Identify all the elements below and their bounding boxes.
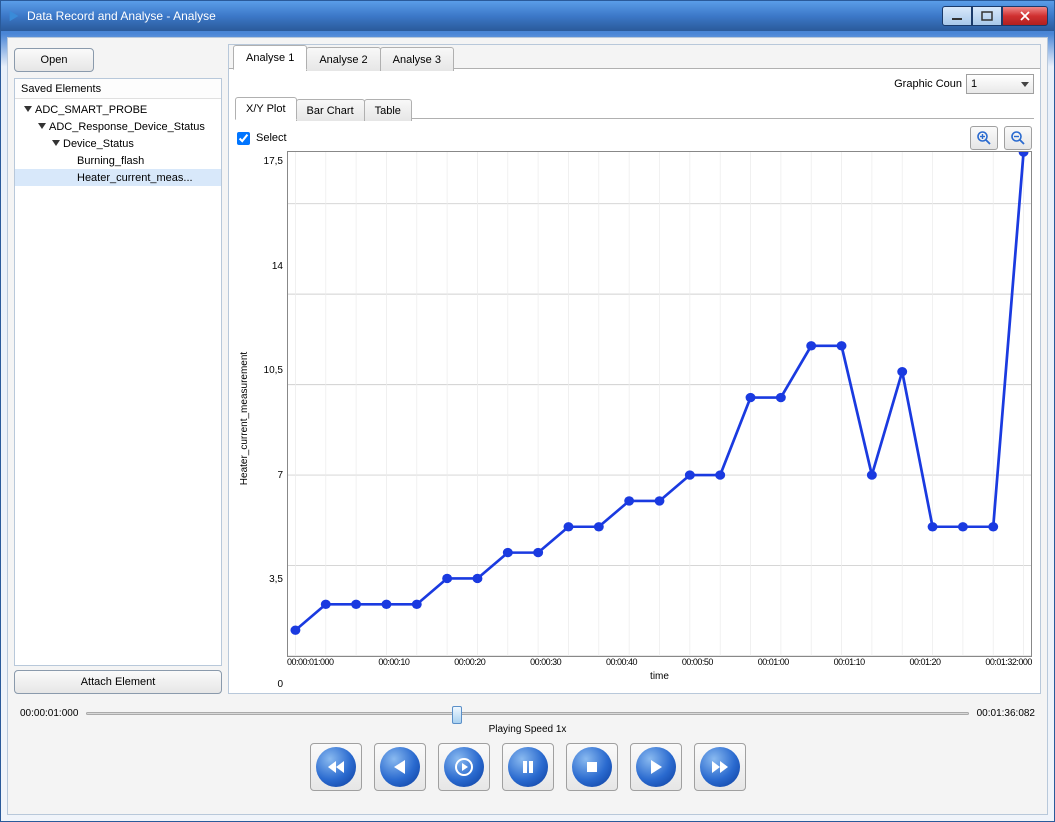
step-forward-button[interactable] (630, 743, 682, 791)
graphic-count-select[interactable]: 1 (966, 74, 1034, 94)
playing-speed-label: Playing Speed 1x (489, 724, 567, 735)
tree-item-label: Device_Status (63, 138, 134, 150)
titlebar[interactable]: Data Record and Analyse - Analyse (1, 1, 1054, 31)
view-tab[interactable]: Table (364, 99, 412, 121)
time-end: 00:01:36:082 (977, 708, 1035, 719)
graphic-count-label: Graphic Coun (894, 78, 962, 90)
tree-expand-icon[interactable] (36, 121, 48, 133)
tree-item[interactable]: Device_Status (15, 135, 221, 152)
attach-element-button[interactable]: Attach Element (14, 670, 222, 694)
pause-button[interactable] (502, 743, 554, 791)
chart-ylabel: Heater_current_measurement (237, 151, 253, 685)
view-tabs: X/Y PlotBar ChartTable (235, 97, 1034, 119)
view-tab[interactable]: Bar Chart (296, 99, 365, 121)
tree-expand-icon[interactable] (50, 138, 62, 150)
tree-item-label: ADC_SMART_PROBE (35, 104, 147, 116)
tree-item-label: ADC_Response_Device_Status (49, 121, 205, 133)
chart-y-axis: 17,51410,573,50 (253, 151, 287, 685)
select-label[interactable]: Select (256, 132, 287, 144)
saved-elements-title: Saved Elements (15, 79, 221, 99)
analyse-tab[interactable]: Analyse 2 (306, 47, 380, 71)
tree-item[interactable]: Heater_current_meas... (15, 169, 221, 186)
maximize-button[interactable] (972, 6, 1002, 26)
analyse-tab[interactable]: Analyse 3 (380, 47, 454, 71)
tree-item-label: Heater_current_meas... (77, 172, 193, 184)
select-checkbox[interactable] (237, 132, 250, 145)
tree-item[interactable]: ADC_SMART_PROBE (15, 101, 221, 118)
tree-item[interactable]: ADC_Response_Device_Status (15, 118, 221, 135)
tree-expand-icon[interactable] (22, 104, 34, 116)
client-area: Open Saved Elements ADC_SMART_PROBE ADC_R… (7, 37, 1048, 815)
transport-controls: 00:00:01:000 00:01:36:082 Playing Speed … (14, 700, 1041, 795)
fast-forward-button[interactable] (694, 743, 746, 791)
tree-item[interactable]: Burning_flash (15, 152, 221, 169)
stop-button[interactable] (566, 743, 618, 791)
plot-panel: Select Heater_current_measurement 17 (235, 119, 1034, 687)
step-back-button[interactable] (374, 743, 426, 791)
rewind-button[interactable] (310, 743, 362, 791)
element-tree[interactable]: ADC_SMART_PROBE ADC_Response_Device_Statu… (15, 99, 221, 665)
zoom-in-button[interactable] (970, 126, 998, 150)
analyse-tab[interactable]: Analyse 1 (233, 45, 307, 70)
tree-item-label: Burning_flash (77, 155, 144, 167)
close-button[interactable] (1002, 6, 1048, 26)
minimize-button[interactable] (942, 6, 972, 26)
chart-xlabel: time (287, 671, 1032, 685)
open-button[interactable]: Open (14, 48, 94, 72)
position-slider[interactable] (86, 706, 968, 720)
zoom-out-button[interactable] (1004, 126, 1032, 150)
app-window: Data Record and Analyse - Analyse Open S… (0, 0, 1055, 822)
analyse-tabs: Analyse 1Analyse 2Analyse 3 (229, 45, 1040, 69)
time-start: 00:00:01:000 (20, 708, 78, 719)
chart-area[interactable] (287, 151, 1032, 657)
app-icon (7, 9, 21, 23)
saved-elements-panel: Saved Elements ADC_SMART_PROBE ADC_Respon… (14, 78, 222, 666)
window-title: Data Record and Analyse - Analyse (27, 9, 942, 23)
chart-x-axis: 00:00:01:00000:00:1000:00:2000:00:3000:0… (287, 657, 1032, 671)
sidebar: Open Saved Elements ADC_SMART_PROBE ADC_R… (14, 44, 222, 694)
play-button[interactable] (438, 743, 490, 791)
view-tab[interactable]: X/Y Plot (235, 97, 297, 120)
main-panel: Analyse 1Analyse 2Analyse 3 Graphic Coun… (228, 44, 1041, 694)
